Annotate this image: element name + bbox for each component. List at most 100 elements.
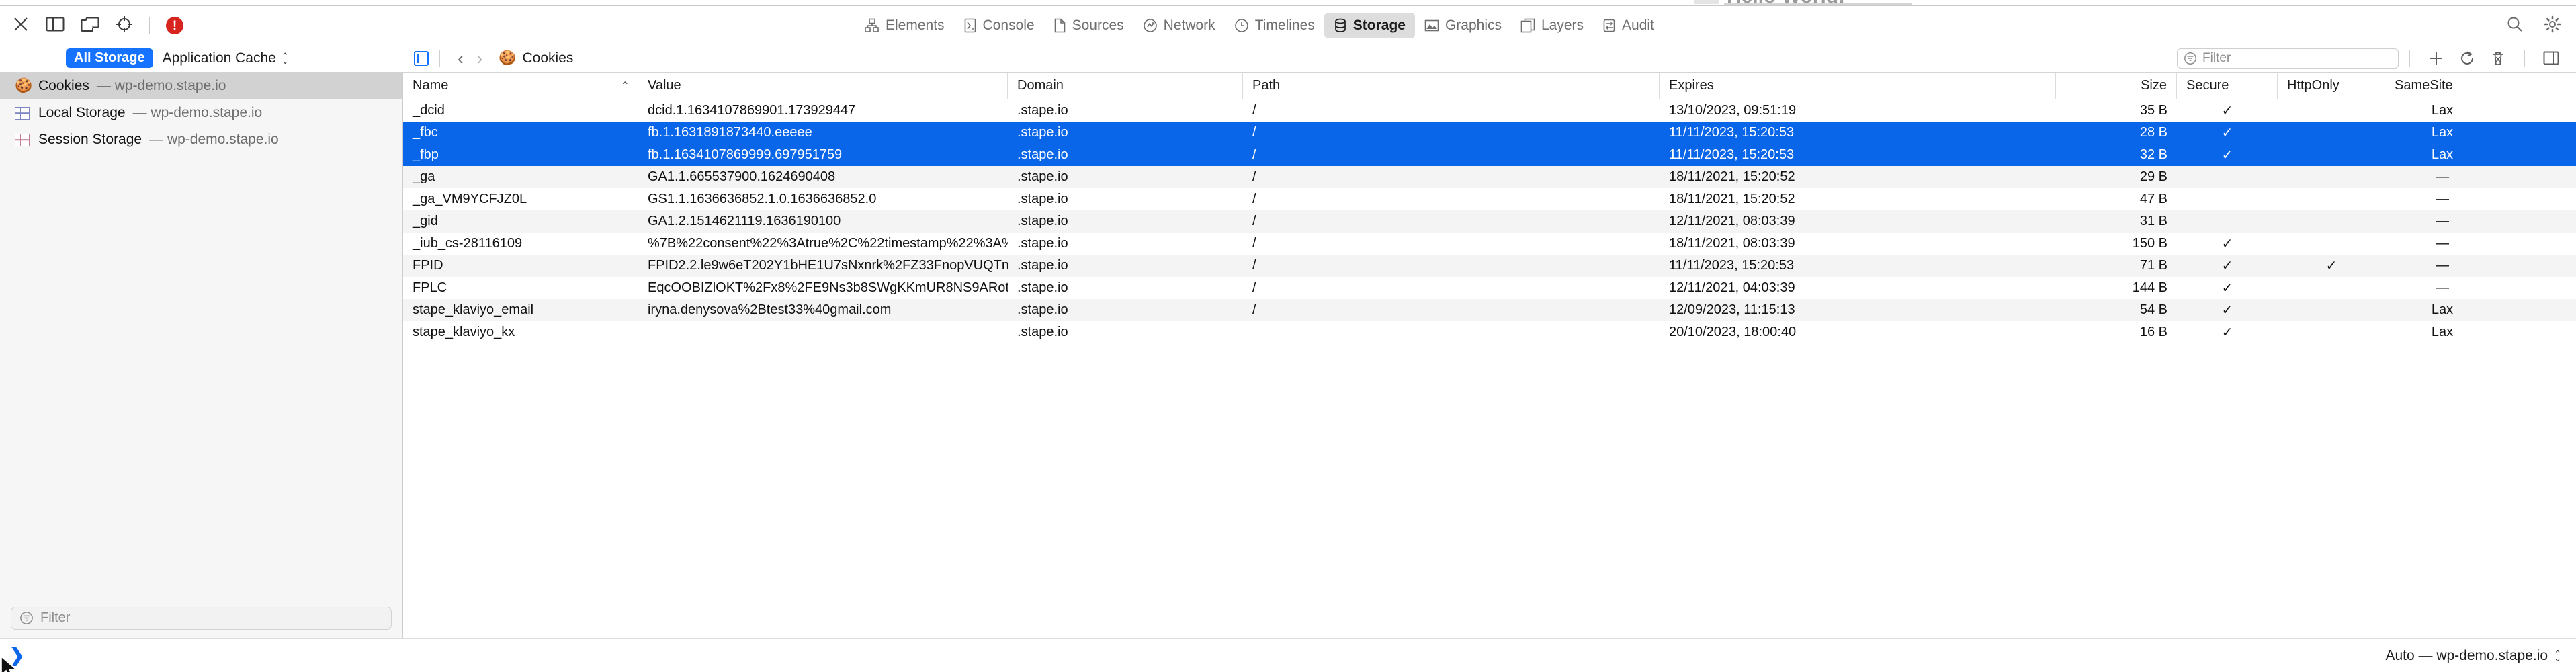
table-cell-samesite: — <box>2385 169 2499 185</box>
table-row[interactable]: _fbpfb.1.1634107869999.697951759.stape.i… <box>403 144 2576 166</box>
page-heading-underline <box>1724 3 1912 5</box>
all-storage-filter-button[interactable]: All Storage <box>66 48 153 68</box>
table-cell-value: EqcOOBIZlOKT%2Fx8%2FE9Ns3b8SWgKKmUR8NS9A… <box>638 280 1008 296</box>
table-row[interactable]: _gaGA1.1.665537900.1624690408.stape.io/1… <box>403 166 2576 188</box>
breadcrumb[interactable]: 🍪 Cookies <box>499 50 573 67</box>
search-icon[interactable] <box>2506 15 2524 36</box>
tab-storage[interactable]: Storage <box>1324 13 1415 38</box>
tab-console[interactable]: Console <box>954 13 1044 38</box>
table-row[interactable]: stape_klaviyo_kx.stape.io20/10/2023, 18:… <box>403 321 2576 343</box>
sidebar-item-label: Local Storage <box>38 105 126 121</box>
table-cell-domain: .stape.io <box>1008 280 1243 296</box>
application-cache-select[interactable]: Application Cache ⌃⌄ <box>163 50 289 67</box>
table-row[interactable]: stape_klaviyo_emailiryna.denysova%2Btest… <box>403 299 2576 321</box>
navbar-divider <box>439 50 440 67</box>
table-cell-name: _iub_cs-28116109 <box>403 236 638 251</box>
back-button[interactable]: ‹ <box>451 50 470 67</box>
tab-audit[interactable]: Audit <box>1593 13 1664 38</box>
table-cell-name: _dcid <box>403 103 638 118</box>
dock-window-icon[interactable] <box>81 16 99 36</box>
tab-timelines[interactable]: Timelines <box>1225 13 1324 38</box>
table-cell-expires: 18/11/2021, 15:20:52 <box>1660 169 2056 185</box>
mouse-cursor <box>0 655 26 672</box>
column-label: SameSite <box>2395 78 2453 93</box>
execution-context-label: Auto — wp-demo.stape.io <box>2385 648 2548 664</box>
tab-sources[interactable]: Sources <box>1044 13 1133 38</box>
table-row[interactable]: FPLCEqcOOBIZlOKT%2Fx8%2FE9Ns3b8SWgKKmUR8… <box>403 277 2576 299</box>
table-cell-secure: ✓ <box>2177 124 2278 141</box>
toggle-detail-sidebar-button[interactable] <box>2536 47 2567 70</box>
table-cell-value: FPID2.2.le9w6eT202Y1bHE1U7sNxnrk%2FZ33Fn… <box>638 258 1008 274</box>
column-header-domain[interactable]: Domain <box>1008 73 1243 99</box>
table-cell-domain: .stape.io <box>1008 125 1243 140</box>
column-header-expires[interactable]: Expires <box>1660 73 2056 99</box>
tab-label: Timelines <box>1255 17 1315 34</box>
table-cell-path: / <box>1243 214 1660 229</box>
sidebar-item-host: — wp-demo.stape.io <box>133 105 263 121</box>
column-header-value[interactable]: Value <box>638 73 1008 99</box>
error-count-badge[interactable]: ! <box>166 17 183 34</box>
sidebar-item-cookies[interactable]: 🍪 Cookies — wp-demo.stape.io <box>0 73 402 99</box>
column-header-samesite[interactable]: SameSite <box>2385 73 2499 99</box>
table-row[interactable]: _gidGA1.2.1514621119.1636190100.stape.io… <box>403 210 2576 233</box>
table-row[interactable]: _dciddcid.1.1634107869901.173929447.stap… <box>403 99 2576 122</box>
navbar-divider-3 <box>2524 50 2525 67</box>
table-cell-expires: 11/11/2023, 15:20:53 <box>1660 258 2056 274</box>
table-cell-expires: 12/11/2021, 04:03:39 <box>1660 280 2056 296</box>
table-cell-expires: 12/11/2021, 08:03:39 <box>1660 214 2056 229</box>
forward-button[interactable]: › <box>470 50 490 67</box>
column-header-size[interactable]: Size <box>2056 73 2177 99</box>
table-cell-samesite: Lax <box>2385 125 2499 140</box>
table-row[interactable]: _ga_VM9YCFJZ0LGS1.1.1636636852.1.0.16366… <box>403 188 2576 210</box>
table-cell-expires: 18/11/2021, 08:03:39 <box>1660 236 2056 251</box>
table-cell-value: fb.1.1631891873440.eeeee <box>638 125 1008 140</box>
column-header-path[interactable]: Path <box>1243 73 1660 99</box>
chevron-updown-icon: ⌃⌄ <box>2554 651 2561 661</box>
sort-ascending-icon: ⌃ <box>621 79 630 93</box>
table-cell-size: 150 B <box>2056 236 2177 251</box>
close-icon[interactable] <box>12 15 30 36</box>
tab-graphics[interactable]: Graphics <box>1415 13 1511 38</box>
table-cell-path: / <box>1243 236 1660 251</box>
table-cell-samesite: — <box>2385 280 2499 296</box>
inspector-toolbar: ! Elements Console Sources Network T <box>0 5 2576 44</box>
table-cell-size: 16 B <box>2056 325 2177 340</box>
gear-icon[interactable] <box>2544 15 2561 36</box>
column-label: HttpOnly <box>2287 78 2339 93</box>
clear-cookies-button[interactable] <box>2483 47 2514 70</box>
column-header-httponly[interactable]: HttpOnly <box>2278 73 2385 99</box>
tab-elements[interactable]: Elements <box>855 13 954 38</box>
table-row[interactable]: _iub_cs-28116109%7B%22consent%22%3Atrue%… <box>403 233 2576 255</box>
table-cell-value: iryna.denysova%2Btest33%40gmail.com <box>638 302 1008 318</box>
table-row[interactable]: FPIDFPID2.2.le9w6eT202Y1bHE1U7sNxnrk%2FZ… <box>403 255 2576 277</box>
table-cell-path: / <box>1243 147 1660 163</box>
execution-context-select[interactable]: Auto — wp-demo.stape.io ⌃⌄ <box>2385 648 2561 664</box>
table-cell-path: / <box>1243 280 1660 296</box>
inspect-element-icon[interactable] <box>116 15 133 36</box>
sidebar-item-local-storage[interactable]: Local Storage — wp-demo.stape.io <box>0 99 402 126</box>
column-header-name[interactable]: Name⌃ <box>403 73 638 99</box>
table-cell-name: _ga <box>403 169 638 185</box>
sidebar-item-host: — wp-demo.stape.io <box>97 78 226 94</box>
console-status-bar: ❯ Auto — wp-demo.stape.io ⌃⌄ <box>0 638 2576 672</box>
storage-navigation-sidebar: 🍪 Cookies — wp-demo.stape.io Local Stora… <box>0 73 403 597</box>
dock-side-icon[interactable] <box>46 16 65 36</box>
table-cell-secure: ✓ <box>2177 257 2278 274</box>
table-cell-value: fb.1.1634107869999.697951759 <box>638 147 1008 163</box>
column-header-secure[interactable]: Secure <box>2177 73 2278 99</box>
tab-network[interactable]: Network <box>1133 13 1225 38</box>
table-cell-path: / <box>1243 258 1660 274</box>
refresh-button[interactable] <box>2452 47 2483 70</box>
sidebar-item-session-storage[interactable]: Session Storage — wp-demo.stape.io <box>0 126 402 153</box>
add-cookie-button[interactable] <box>2421 47 2452 70</box>
column-label: Secure <box>2186 78 2229 93</box>
toolbar-right-controls <box>2506 6 2561 45</box>
tab-layers[interactable]: Layers <box>1511 13 1593 38</box>
sidebar-filter-input[interactable]: Filter <box>11 607 392 630</box>
cookie-filter-input[interactable]: Filter <box>2177 48 2399 69</box>
table-cell-expires: 11/11/2023, 15:20:53 <box>1660 147 2056 163</box>
table-row[interactable]: _fbcfb.1.1631891873440.eeeee.stape.io/11… <box>403 122 2576 144</box>
toggle-navigation-sidebar-button[interactable] <box>414 51 429 66</box>
table-cell-secure: ✓ <box>2177 235 2278 252</box>
table-cell-size: 47 B <box>2056 192 2177 207</box>
